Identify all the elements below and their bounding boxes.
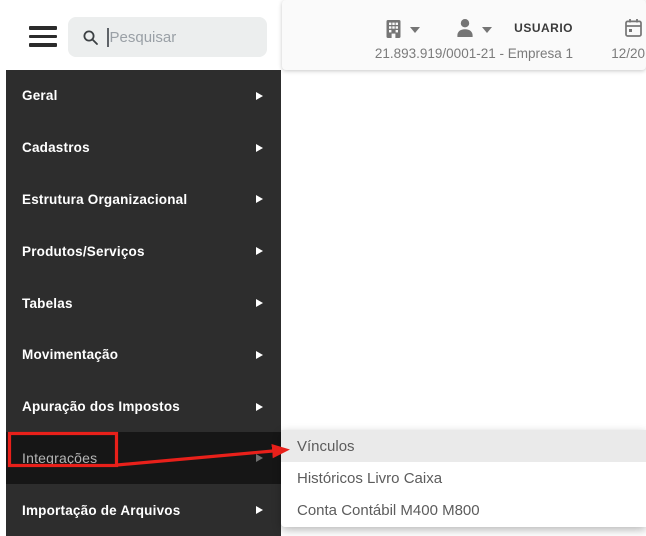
submenu-item-label: Vínculos	[297, 437, 355, 455]
sidebar-item[interactable]: Integrações	[6, 432, 281, 485]
sidebar-item-label: Importação de Arquivos	[22, 502, 181, 518]
sidebar-item-label: Apuração dos Impostos	[22, 399, 180, 415]
chevron-right-icon	[256, 91, 263, 100]
sidebar-item-label: Estrutura Organizacional	[22, 191, 188, 207]
sidebar-item[interactable]: Apuração dos Impostos	[6, 381, 281, 433]
sidebar-item[interactable]: Produtos/Serviços	[6, 225, 281, 277]
submenu-item-label: Históricos Livro Caixa	[297, 469, 443, 487]
sidebar-item-label: Cadastros	[22, 140, 90, 156]
submenu-item-label: Conta Contábil M400 M800	[297, 502, 480, 520]
text-caret	[107, 27, 109, 47]
period-value[interactable]: 12/20	[611, 46, 645, 61]
chevron-right-icon	[256, 143, 263, 152]
submenu-item[interactable]: Históricos Livro Caixa	[281, 462, 646, 494]
topbar-card: USUARIO 21.893.919/0001-21 - Empresa 1 1…	[282, 0, 646, 70]
chevron-right-icon	[256, 350, 263, 359]
user-caret-down-icon[interactable]	[482, 27, 492, 33]
sidebar-item-label: Movimentação	[22, 347, 119, 363]
sidebar-item-label: Integrações	[22, 450, 98, 467]
chevron-right-icon	[256, 195, 263, 204]
sidebar-item-label: Geral	[22, 88, 58, 104]
sidebar-item[interactable]: Importação de Arquivos	[6, 484, 281, 536]
sidebar-item[interactable]: Movimentação	[6, 329, 281, 381]
sidebar-item-label: Produtos/Serviços	[22, 243, 145, 259]
submenu-item[interactable]: Vínculos	[281, 430, 646, 463]
chevron-right-icon	[256, 454, 263, 463]
chevron-right-icon	[256, 506, 263, 515]
submenu-flyout: Vínculos Históricos Livro Caixa Conta Co…	[281, 430, 646, 527]
user-label: USUARIO	[514, 21, 573, 35]
sidebar-item[interactable]: Geral	[6, 70, 281, 122]
sidebar-menu: Geral Cadastros Estrutura Organizacional…	[6, 70, 281, 536]
hamburger-menu-icon[interactable]	[29, 26, 57, 47]
sidebar-item-label: Tabelas	[22, 295, 73, 311]
sidebar-item[interactable]: Tabelas	[6, 277, 281, 329]
search-placeholder: Pesquisar	[109, 28, 177, 46]
chevron-right-icon	[256, 299, 263, 308]
search-input[interactable]: Pesquisar	[68, 17, 267, 57]
calendar-icon[interactable]	[624, 18, 643, 38]
company-selector-value[interactable]: 21.893.919/0001-21 - Empresa 1	[375, 46, 573, 61]
search-icon	[83, 30, 98, 45]
building-icon[interactable]	[384, 19, 403, 39]
sidebar-item[interactable]: Cadastros	[6, 122, 281, 174]
submenu-item[interactable]: Conta Contábil M400 M800	[281, 495, 646, 527]
user-icon[interactable]	[455, 18, 475, 39]
topbar-left: Pesquisar	[0, 0, 282, 70]
chevron-right-icon	[256, 402, 263, 411]
company-caret-down-icon[interactable]	[410, 27, 420, 33]
chevron-right-icon	[256, 247, 263, 256]
sidebar-item[interactable]: Estrutura Organizacional	[6, 174, 281, 226]
